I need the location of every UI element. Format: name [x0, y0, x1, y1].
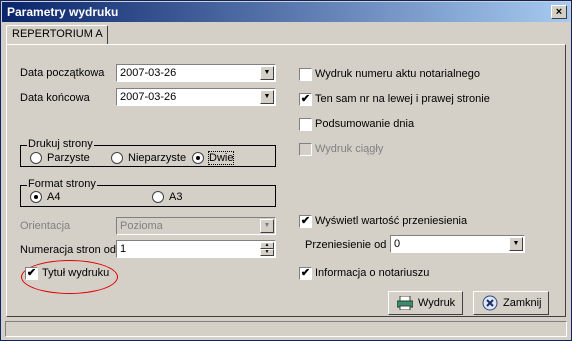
title-bar[interactable]: Parametry wydruku × [2, 2, 570, 22]
radio-odd-pages[interactable] [111, 152, 123, 164]
notary-info-checkbox[interactable]: ✔ [299, 267, 312, 280]
close-button-label: Zamknij [503, 297, 542, 309]
same-number-label: Ten sam nr na lewej i prawej stronie [315, 93, 490, 105]
spin-buttons[interactable]: ▲ ▼ [260, 242, 274, 256]
notary-act-number-checkbox[interactable] [299, 68, 312, 81]
show-transfer-checkbox[interactable]: ✔ [299, 215, 312, 228]
radio-both-label: Dwie [207, 151, 235, 165]
start-date-value: 2007-03-26 [120, 67, 177, 79]
radio-even-label: Parzyste [47, 152, 90, 164]
tab-repertorium[interactable]: REPERTORIUM A [6, 25, 108, 45]
print-pages-legend: Drukuj strony [27, 138, 94, 150]
radio-a3[interactable] [152, 191, 164, 203]
same-number-checkbox[interactable]: ✔ [299, 93, 312, 106]
chevron-down-icon[interactable]: ▼ [260, 90, 274, 104]
tab-label: REPERTORIUM A [12, 28, 103, 40]
orientation-combo[interactable]: Pozioma ▼ [116, 217, 276, 235]
show-transfer-label: Wyświetl wartość przeniesienia [315, 215, 468, 227]
continuous-print-checkbox[interactable] [299, 143, 312, 156]
window-title: Parametry wydruku [7, 5, 119, 19]
close-button[interactable]: Zamknij [473, 291, 549, 315]
numbering-spinbox[interactable]: 1 ▲ ▼ [116, 240, 276, 258]
orientation-label: Orientacja [20, 220, 71, 232]
print-title-checkbox[interactable]: ✔ [25, 267, 38, 280]
print-button-label: Wydruk [418, 297, 456, 309]
radio-odd-label: Nieparzyste [128, 152, 187, 164]
transfer-from-value: 0 [394, 238, 401, 250]
orientation-value: Pozioma [120, 220, 163, 232]
chevron-down-icon[interactable]: ▼ [260, 66, 274, 80]
radio-a4-label: A4 [47, 191, 61, 203]
day-summary-checkbox[interactable] [299, 118, 312, 131]
spin-down-icon[interactable]: ▼ [260, 249, 274, 256]
status-bar [5, 321, 567, 337]
transfer-from-label: Przeniesienie od [305, 239, 387, 251]
numbering-value: 1 [120, 243, 127, 255]
chevron-down-icon[interactable]: ▼ [509, 237, 523, 251]
printer-icon [397, 296, 413, 310]
print-title-label: Tytuł wydruku [42, 267, 110, 279]
radio-a4[interactable] [30, 191, 42, 203]
spin-up-icon[interactable]: ▲ [260, 242, 274, 249]
numbering-label: Numeracja stron od [20, 244, 116, 256]
print-button[interactable]: Wydruk [388, 291, 463, 315]
transfer-from-combo[interactable]: 0 ▼ [390, 235, 525, 253]
dialog-window: Parametry wydruku × REPERTORIUM A Data p… [0, 0, 572, 341]
window-close-button[interactable]: × [551, 5, 567, 19]
end-date-combo[interactable]: 2007-03-26 ▼ [116, 88, 276, 106]
end-date-label: Data końcowa [20, 92, 90, 104]
start-date-combo[interactable]: 2007-03-26 ▼ [116, 64, 276, 82]
end-date-value: 2007-03-26 [120, 91, 177, 103]
page-format-legend: Format strony [27, 178, 97, 190]
continuous-print-label: Wydruk ciągły [315, 143, 384, 155]
radio-both-pages[interactable] [192, 152, 204, 164]
radio-even-pages[interactable] [30, 152, 42, 164]
notary-info-label: Informacja o notariuszu [315, 267, 430, 279]
day-summary-label: Podsumowanie dnia [315, 118, 415, 130]
radio-a3-label: A3 [169, 191, 183, 203]
chevron-down-icon[interactable]: ▼ [260, 219, 274, 233]
start-date-label: Data początkowa [20, 67, 105, 79]
notary-act-number-label: Wydruk numeru aktu notarialnego [315, 68, 480, 80]
close-x-icon [482, 295, 498, 311]
